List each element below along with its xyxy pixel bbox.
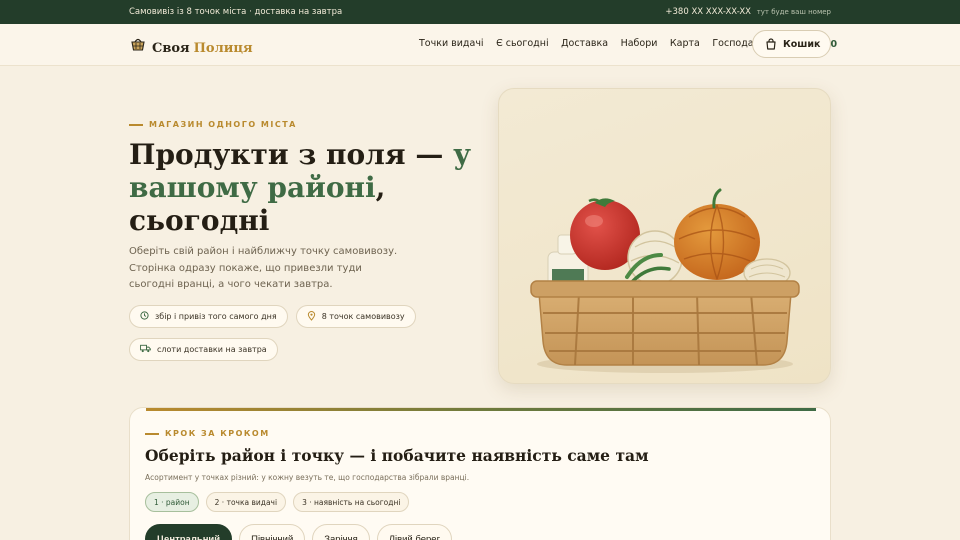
announcement-text: Самовивіз із 8 точок міста · доставка на… [129, 7, 343, 17]
feature-chips: збір і привіз того самого дня 8 точок са… [129, 305, 419, 361]
panel-eyebrow-text: КРОК ЗА КРОКОМ [165, 429, 270, 438]
feature-chip-label: слоти доставки на завтра [157, 345, 267, 354]
cart-button[interactable]: Кошик 0 [752, 30, 837, 58]
step-indicator: 1 · район 2 · точка видачі 3 · наявність… [145, 492, 410, 512]
district-picker-panel: КРОК ЗА КРОКОМ Оберіть район і точку — і… [129, 407, 831, 540]
panel-subtitle: Асортимент у точках різний: у кожну везу… [145, 473, 470, 482]
pin-icon [307, 310, 316, 323]
basket-icon [130, 36, 146, 56]
bag-icon [765, 35, 777, 54]
nav-delivery[interactable]: Доставка [561, 38, 608, 49]
phone-note: тут буде ваш номер [756, 8, 831, 16]
contact-phone: +380 XX XXX-XX-XX тут буде ваш номер [665, 7, 831, 17]
eyebrow-dash [145, 432, 159, 435]
hero-title-part1: Продукти з поля — [129, 138, 454, 171]
step-district[interactable]: 1 · район [145, 492, 199, 512]
cart-count: 0 [830, 38, 838, 50]
feature-chip-delivery-slots: слоти доставки на завтра [129, 338, 278, 361]
step-availability[interactable]: 3 · наявність на сьогодні [293, 492, 410, 512]
panel-title: Оберіть район і точку — і побачите наявн… [145, 446, 649, 465]
logo-word-1: Своя [152, 40, 190, 56]
basket-illustration [530, 280, 800, 366]
eyebrow-dash [129, 123, 143, 126]
nav-map[interactable]: Карта [670, 38, 700, 49]
site-header: Своя Полиця Точки видачі Є сьогодні Доста… [0, 24, 960, 66]
district-central[interactable]: Центральний [145, 524, 233, 540]
panel-eyebrow: КРОК ЗА КРОКОМ [145, 429, 270, 438]
feature-chip-label: збір і привіз того самого дня [155, 312, 277, 321]
hero-illustration-card [498, 88, 831, 384]
phone-number[interactable]: +380 XX XXX-XX-XX [665, 7, 751, 17]
nav-available-today[interactable]: Є сьогодні [496, 38, 549, 49]
feature-chip-same-day: збір і привіз того самого дня [129, 305, 288, 328]
nav-pickup-points[interactable]: Точки видачі [419, 38, 484, 49]
district-zarichchia[interactable]: Заріччя [312, 524, 370, 540]
panel-accent-bar [146, 408, 816, 411]
nav-sets[interactable]: Набори [621, 38, 658, 49]
step-pickup-point[interactable]: 2 · точка видачі [205, 492, 287, 512]
district-tabs: Центральний Північний Заріччя Лівий бере… [145, 524, 453, 540]
main-nav: Точки видачі Є сьогодні Доставка Набори … [419, 38, 782, 49]
district-left-bank[interactable]: Лівий берег [376, 524, 453, 540]
logo-word-2: Полиця [193, 40, 253, 56]
hero-title: Продукти з поля — у вашому районі, сього… [129, 138, 489, 237]
clock-icon [140, 311, 149, 322]
truck-icon [140, 344, 151, 355]
district-north[interactable]: Північний [239, 524, 306, 540]
hero-eyebrow-text: МАГАЗИН ОДНОГО МІСТА [149, 120, 297, 129]
hero-subtitle: Оберіть свій район і найближчу точку сам… [129, 246, 398, 290]
feature-chip-pickup-points: 8 точок самовивозу [295, 305, 416, 328]
hero-eyebrow: МАГАЗИН ОДНОГО МІСТА [129, 120, 297, 129]
cart-label: Кошик [783, 38, 821, 50]
produce-basket-illustration [530, 188, 800, 373]
feature-chip-label: 8 точок самовивозу [321, 312, 405, 321]
top-announcement-bar: Самовивіз із 8 точок міста · доставка на… [0, 0, 960, 24]
logo[interactable]: Своя Полиця [130, 36, 253, 56]
